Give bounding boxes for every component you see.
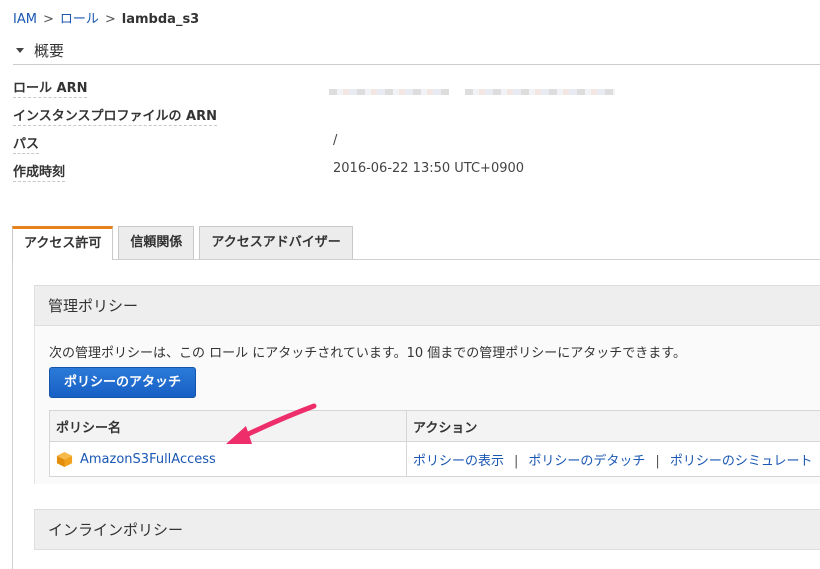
summary-toggle[interactable]: 概要 [16,40,64,61]
table-row: AmazonS3FullAccess ポリシーの表示 | ポリシーのデタッチ | ポリシ… [49,441,820,477]
attach-policy-button[interactable]: ポリシーのアタッチ [49,367,197,398]
divider [13,64,820,65]
aws-cube-icon [56,451,73,467]
breadcrumb-iam-link[interactable]: IAM [13,12,37,27]
instance-profile-arn-row: インスタンスプロファイルの ARN [13,105,813,129]
path-value: / [333,133,338,148]
breadcrumb-separator: > [104,12,116,27]
permissions-panel: 管理ポリシー 次の管理ポリシーは、この ロール にアタッチされています。10 個… [12,259,820,569]
action-separator: | [655,453,660,469]
view-policy-link[interactable]: ポリシーの表示 [413,454,504,469]
summary-title: 概要 [34,42,65,60]
policy-actions-cell: ポリシーの表示 | ポリシーのデタッチ | ポリシーのシミュレート [406,441,820,477]
path-row: パス / [13,133,813,157]
table-header-row: ポリシー名 アクション [49,410,820,442]
redacted-arn [329,89,449,95]
role-arn-row: ロール ARN [13,77,813,101]
action-separator: | [514,453,519,469]
breadcrumb-roles-link[interactable]: ロール [60,12,99,27]
tab-bar: アクセス許可 信頼関係 アクセスアドバイザー [12,226,358,260]
managed-policies-section: 管理ポリシー 次の管理ポリシーは、この ロール にアタッチされています。10 個… [34,285,820,484]
policy-name-link[interactable]: AmazonS3FullAccess [80,452,216,467]
tab-access-advisor[interactable]: アクセスアドバイザー [199,226,353,259]
creation-time-label: 作成時刻 [13,161,66,182]
managed-policies-table: ポリシー名 アクション AmazonS3FullAccess ポリシーの表示 |… [49,410,820,477]
inline-policies-section: インラインポリシー [34,509,820,550]
breadcrumb-separator: > [42,12,54,27]
instance-profile-arn-label: インスタンスプロファイルの ARN [13,105,217,126]
breadcrumb: IAM > ロール > lambda_s3 [13,8,199,27]
tab-permissions[interactable]: アクセス許可 [12,226,114,260]
path-label: パス [13,133,40,154]
tab-trust-relationships[interactable]: 信頼関係 [118,226,195,259]
inline-policies-header[interactable]: インラインポリシー [34,509,820,550]
creation-time-row: 作成時刻 2016-06-22 13:50 UTC+0900 [13,161,813,185]
managed-policies-description: 次の管理ポリシーは、この ロール にアタッチされています。10 個までの管理ポリ… [49,346,686,361]
redacted-arn [465,89,615,95]
caret-down-icon [16,48,24,53]
column-header-actions: アクション [406,410,820,442]
detach-policy-link[interactable]: ポリシーのデタッチ [528,454,645,469]
creation-time-value: 2016-06-22 13:50 UTC+0900 [333,161,525,176]
breadcrumb-current: lambda_s3 [121,12,200,27]
managed-policies-header[interactable]: 管理ポリシー [34,285,820,326]
annotation-arrow-icon [226,403,317,444]
simulate-policy-link[interactable]: ポリシーのシミュレート [670,454,813,469]
role-arn-label: ロール ARN [13,77,88,98]
managed-policies-body: 次の管理ポリシーは、この ロール にアタッチされています。10 個までの管理ポリ… [34,326,820,484]
